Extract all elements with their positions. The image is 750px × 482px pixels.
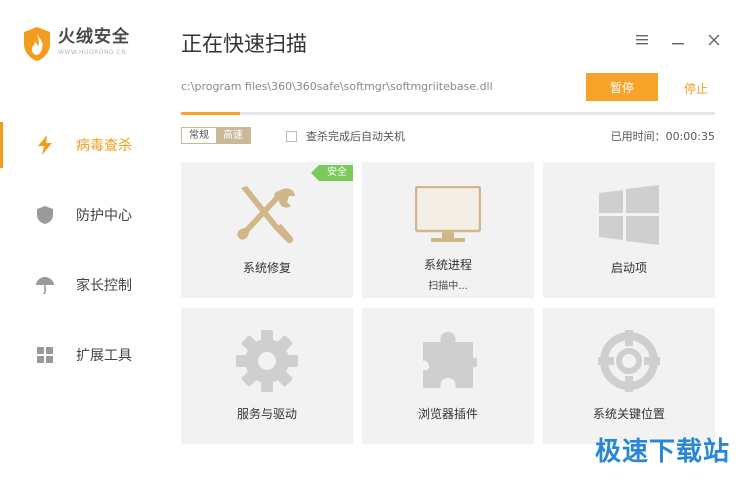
tile-label: 启动项 <box>610 261 647 275</box>
sidebar-item-protection[interactable]: 防护中心 <box>0 180 160 250</box>
sidebar-item-label: 扩展工具 <box>76 348 132 364</box>
scan-progress-bar <box>181 112 715 115</box>
close-icon <box>708 34 720 46</box>
minimize-button[interactable] <box>660 30 696 50</box>
window-controls <box>624 30 732 50</box>
sidebar-item-tools[interactable]: 扩展工具 <box>0 320 160 390</box>
monitor-icon <box>415 184 481 246</box>
main-panel: 正在快速扫描 c:\program files\360\360safe\soft… <box>160 0 750 482</box>
mode-fast-option[interactable]: 高速 <box>216 128 250 143</box>
tile-label: 系统关键位置 <box>592 407 665 421</box>
sidebar-item-virus-scan[interactable]: 病毒查杀 <box>0 110 160 180</box>
sidebar-nav: 病毒查杀 防护中心 家长控制 扩展工具 <box>0 110 160 390</box>
tile-services-drivers[interactable]: 服务与驱动 <box>181 308 353 444</box>
sidebar-item-parental[interactable]: 家长控制 <box>0 250 160 320</box>
sidebar-item-label: 家长控制 <box>76 278 132 294</box>
scan-mode-toggle: 常规 高速 <box>181 127 251 144</box>
site-watermark: 极速下载站 <box>594 437 730 467</box>
tile-label: 浏览器插件 <box>417 407 478 421</box>
mode-normal-option[interactable]: 常规 <box>182 128 216 143</box>
page-title: 正在快速扫描 <box>181 32 307 56</box>
menu-icon <box>636 35 648 45</box>
tile-startup-items[interactable]: 启动项 <box>543 162 715 298</box>
tile-browser-plugins[interactable]: 浏览器插件 <box>362 308 534 444</box>
target-icon <box>598 330 660 392</box>
menu-button[interactable] <box>624 30 660 50</box>
tile-label: 系统进程 <box>423 258 472 272</box>
tools-icon <box>235 184 299 246</box>
tile-system-process[interactable]: 系统进程 扫描中... <box>362 162 534 298</box>
lightning-icon <box>36 135 54 155</box>
safe-badge: 安全 <box>311 165 353 181</box>
umbrella-icon <box>36 276 54 294</box>
elapsed-time: 已用时间：00:00:35 <box>610 130 715 143</box>
shield-icon <box>36 206 54 224</box>
sidebar: 火绒安全 WWW.HUORONG.CN 病毒查杀 防护中心 家长控制 扩展工具 <box>0 0 160 482</box>
auto-shutdown-label: 查杀完成后自动关机 <box>306 130 405 143</box>
tile-system-repair[interactable]: 安全 系统修复 <box>181 162 353 298</box>
gear-icon <box>236 330 298 392</box>
app-url: WWW.HUORONG.CN <box>58 49 127 56</box>
sidebar-item-label: 防护中心 <box>76 208 132 224</box>
app-logo: 火绒安全 WWW.HUORONG.CN <box>22 26 130 62</box>
scan-progress-fill <box>181 112 240 115</box>
tile-key-locations[interactable]: 系统关键位置 <box>543 308 715 444</box>
auto-shutdown-checkbox[interactable] <box>286 130 297 142</box>
tile-status: 扫描中... <box>428 281 468 292</box>
tile-label: 服务与驱动 <box>236 407 297 421</box>
scan-current-file: c:\program files\360\360safe\softmgr\sof… <box>181 80 493 93</box>
grid-icon <box>36 346 54 364</box>
sidebar-item-label: 病毒查杀 <box>76 138 132 154</box>
scan-items-grid: 安全 系统修复 系统进程 扫描中... 启动项 服务与驱动 浏览器插件 系统关键… <box>181 162 715 444</box>
puzzle-icon <box>419 330 477 392</box>
minimize-icon <box>672 43 684 45</box>
windows-icon <box>599 184 659 246</box>
app-title: 火绒安全 <box>58 27 130 47</box>
auto-shutdown-option: 查杀完成后自动关机 <box>286 128 405 144</box>
close-button[interactable] <box>696 30 732 50</box>
huorong-logo-icon <box>24 27 50 61</box>
pause-button[interactable]: 暂停 <box>586 73 658 101</box>
stop-button[interactable]: 停止 <box>684 80 708 97</box>
tile-label: 系统修复 <box>242 261 291 275</box>
